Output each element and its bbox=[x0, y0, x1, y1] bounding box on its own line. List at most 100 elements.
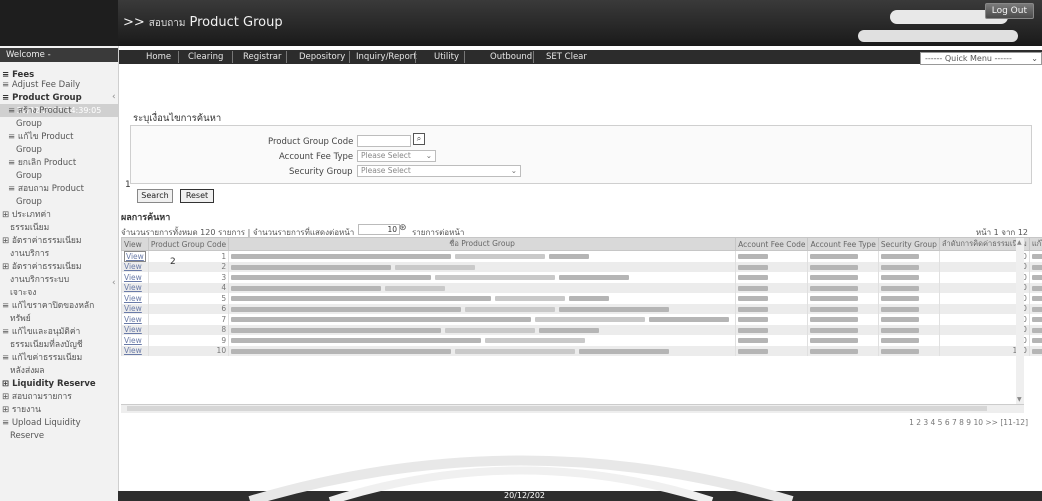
sidebar-item[interactable]: ⊞ Liquidity Reserve bbox=[2, 379, 96, 389]
refresh-icon[interactable]: ⊛ bbox=[399, 223, 407, 233]
col-account-fee-type[interactable]: Account Fee Type bbox=[807, 237, 879, 251]
table-row[interactable]: View880 bbox=[121, 324, 1042, 335]
sidebar-item[interactable]: ธรรมเนียมที่ลงบัญชี bbox=[10, 340, 83, 350]
menu-outbound[interactable]: Outbound bbox=[490, 52, 532, 62]
sidebar-item[interactable]: เจาะจง bbox=[10, 288, 36, 298]
sidebar-item[interactable]: งานบริการระบบ bbox=[10, 275, 69, 285]
redacted-text bbox=[880, 296, 919, 302]
menu-home[interactable]: Home bbox=[146, 52, 171, 62]
table-row[interactable]: View770 bbox=[121, 314, 1042, 325]
sidebar-item[interactable]: ≡ Fees bbox=[2, 70, 34, 80]
sidebar-item[interactable]: ⊞ ประเภทค่า bbox=[2, 210, 51, 220]
reset-button[interactable]: Reset bbox=[180, 189, 214, 203]
redacted-text bbox=[445, 327, 536, 333]
scroll-up-icon[interactable]: ▲ bbox=[1017, 239, 1022, 246]
sidebar-item[interactable]: ≡ แก้ไขและอนุมัติค่า bbox=[2, 327, 80, 337]
redacted-text bbox=[810, 327, 859, 333]
sidebar-item[interactable]: Group bbox=[16, 197, 42, 207]
account-fee-type-select[interactable]: Please Select ⌄ bbox=[357, 150, 436, 162]
view-link[interactable]: View bbox=[124, 250, 146, 262]
menu-set-clear[interactable]: SET Clear bbox=[546, 52, 587, 62]
quick-menu-select[interactable]: ------ Quick Menu ------ ⌄ bbox=[920, 52, 1042, 65]
lookup-search-icon[interactable]: ⌕ bbox=[413, 133, 425, 145]
view-link[interactable]: View bbox=[124, 273, 142, 282]
sidebar-item[interactable]: งานบริการ bbox=[10, 249, 49, 259]
sidebar-item[interactable]: ⊞ อัตราค่าธรรมเนียม bbox=[2, 236, 81, 246]
col-product-group-name[interactable]: ชื่อ Product Group bbox=[228, 237, 737, 251]
col-modified-by[interactable]: แก้ไขโดย bbox=[1028, 237, 1042, 251]
view-link[interactable]: View bbox=[124, 294, 142, 303]
search-button[interactable]: Search bbox=[137, 189, 173, 203]
product-group-code-input[interactable] bbox=[357, 135, 411, 147]
sidebar-item-label: หลังส่งผล bbox=[10, 366, 45, 376]
sidebar-item[interactable]: Group bbox=[16, 119, 42, 129]
redacted-text bbox=[465, 306, 556, 312]
logout-button[interactable]: Log Out bbox=[984, 3, 1034, 19]
table-vertical-scrollbar[interactable]: ▲ ▼ bbox=[1016, 238, 1024, 404]
cell-product-group-code: 5 bbox=[147, 293, 230, 304]
sidebar-item[interactable]: ≡ แก้ไขราคาปิดของหลัก bbox=[2, 301, 94, 311]
menu-depository[interactable]: Depository bbox=[299, 52, 345, 62]
scrollbar-thumb[interactable] bbox=[127, 406, 987, 411]
view-link[interactable]: View bbox=[124, 336, 142, 345]
menu-separator bbox=[286, 51, 287, 63]
sidebar-item[interactable]: ≡ Adjust Fee Daily bbox=[2, 80, 80, 90]
sidebar-item[interactable]: หลังส่งผล bbox=[10, 366, 45, 376]
sidebar-item[interactable]: ≡ Product Group bbox=[2, 93, 82, 103]
table-row[interactable]: View330 bbox=[121, 272, 1042, 283]
sidebar-item[interactable]: ≡ ยกเลิก Product bbox=[8, 158, 76, 168]
sidebar-item[interactable]: ⊞ สอบถามรายการ bbox=[2, 392, 72, 402]
table-row[interactable]: View440 bbox=[121, 282, 1042, 293]
sidebar-item-label: Upload Liquidity bbox=[11, 418, 81, 428]
table-row[interactable]: View110 bbox=[121, 250, 1042, 262]
table-row[interactable]: View550 bbox=[121, 293, 1042, 304]
expand-icon: ⊞ bbox=[2, 262, 12, 272]
view-link[interactable]: View bbox=[124, 262, 142, 271]
cell-account-fee-code bbox=[735, 282, 809, 293]
col-account-fee-code[interactable]: Account Fee Code bbox=[735, 237, 809, 251]
col-view[interactable]: View bbox=[121, 237, 149, 251]
menu-clearing[interactable]: Clearing bbox=[188, 52, 223, 62]
sidebar-item[interactable]: ≡ Upload Liquidity bbox=[2, 418, 81, 428]
sidebar-item[interactable]: ทรัพย์ bbox=[10, 314, 31, 324]
sidebar-item[interactable]: Group bbox=[16, 171, 42, 181]
menu-bullet-icon: ≡ bbox=[8, 184, 18, 194]
view-link[interactable]: View bbox=[124, 346, 142, 355]
redacted-text bbox=[231, 348, 452, 354]
pagination[interactable]: 1 2 3 4 5 6 7 8 9 10 >> [11-12] bbox=[909, 418, 1028, 427]
view-link[interactable]: View bbox=[124, 325, 142, 334]
table-horizontal-scrollbar[interactable] bbox=[121, 404, 1024, 413]
per-page-input[interactable]: 10 bbox=[358, 224, 400, 235]
sidebar-item[interactable]: ⊞ อัตราค่าธรรมเนียม bbox=[2, 262, 81, 272]
table-row[interactable]: View990 bbox=[121, 335, 1042, 346]
table-row[interactable]: View10100 bbox=[121, 345, 1042, 356]
table-row[interactable]: View220 bbox=[121, 261, 1042, 272]
sidebar-item[interactable]: ธรรมเนียม bbox=[10, 223, 49, 233]
menu-bullet-icon: ≡ bbox=[2, 93, 13, 103]
sidebar-item[interactable]: Group bbox=[16, 145, 42, 155]
view-link[interactable]: View bbox=[124, 283, 142, 292]
menu-inquiry-report[interactable]: Inquiry/Report bbox=[356, 52, 417, 62]
view-link[interactable]: View bbox=[124, 315, 142, 324]
redacted-text bbox=[738, 254, 769, 260]
view-link[interactable]: View bbox=[124, 304, 142, 313]
sidebar-item[interactable]: ≡ แก้ไข Product bbox=[8, 132, 74, 142]
security-group-select[interactable]: Please Select ⌄ bbox=[357, 165, 521, 177]
col-security-group[interactable]: Security Group bbox=[877, 237, 940, 251]
col-product-group-code[interactable]: Product Group Code bbox=[147, 237, 230, 251]
menu-separator bbox=[178, 51, 179, 63]
table-row[interactable]: View660 bbox=[121, 303, 1042, 314]
sidebar-item-label: สอบถาม Product bbox=[17, 184, 85, 194]
cell-product-group-name bbox=[228, 335, 737, 346]
sidebar-item[interactable]: ⊞ รายงาน bbox=[2, 405, 41, 415]
sidebar-item[interactable]: Reserve bbox=[10, 431, 44, 441]
menu-registrar[interactable]: Registrar bbox=[243, 52, 281, 62]
sidebar-collapse-arrow-icon[interactable]: ‹ bbox=[112, 92, 116, 102]
sidebar-item[interactable]: ≡ สร้าง Product bbox=[8, 106, 71, 116]
sidebar-collapse-arrow-icon[interactable]: ‹ bbox=[112, 278, 116, 288]
redacted-text bbox=[880, 264, 919, 270]
sidebar-item[interactable]: ≡ แก้ไขค่าธรรมเนียม bbox=[2, 353, 82, 363]
scroll-down-icon[interactable]: ▼ bbox=[1017, 396, 1022, 403]
menu-utility[interactable]: Utility bbox=[434, 52, 459, 62]
sidebar-item[interactable]: ≡ สอบถาม Product bbox=[8, 184, 84, 194]
